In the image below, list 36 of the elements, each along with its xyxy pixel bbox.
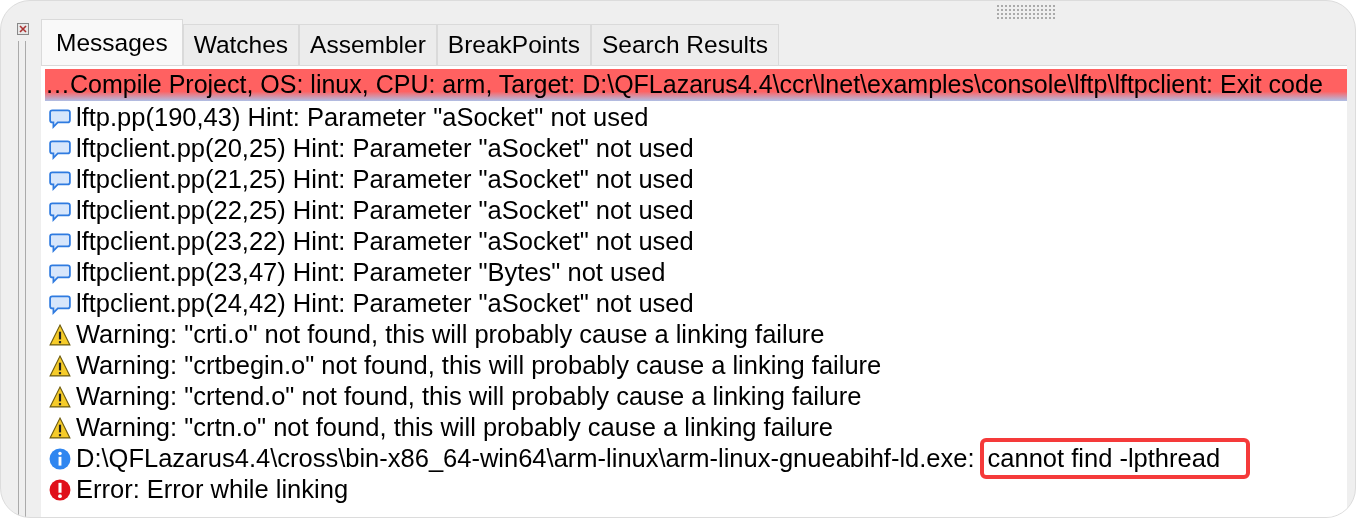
splitter-handle[interactable] (18, 41, 26, 517)
drag-grip-icon[interactable] (996, 4, 1056, 19)
message-text: lftp.pp(190,43) Hint: Parameter "aSocket" not used (76, 103, 649, 132)
speech-bubble-icon (49, 168, 71, 191)
info-icon (49, 447, 71, 470)
status-header: …Compile Project, OS: linux, CPU: arm, Target: D:\QFLazarus4.4\ccr\lnet\examples\console\lftp\lftpclient: Exit code (45, 69, 1347, 101)
speech-bubble-icon (49, 199, 71, 222)
message-text: D:\QFLazarus4.4\cross\bin-x86_64-win64\arm-linux\arm-linux-gnueabihf-ld.exe: (76, 444, 975, 473)
error-icon (49, 478, 71, 501)
message-text: Warning: "crtn.o" not found, this will probably cause a linking failure (76, 413, 834, 442)
close-icon[interactable] (17, 23, 29, 35)
message-text: lftpclient.pp(21,25) Hint: Parameter "aSocket" not used (76, 165, 694, 194)
message-text: Warning: "crtbegin.o" not found, this will probably cause a linking failure (76, 351, 882, 380)
message-text: lftpclient.pp(23,47) Hint: Parameter "Bytes" not used (76, 258, 666, 287)
warning-icon (49, 323, 71, 346)
speech-bubble-icon (49, 137, 71, 160)
tab[interactable]: Search Results (590, 24, 780, 65)
speech-bubble-icon (49, 230, 71, 253)
speech-bubble-icon (49, 292, 71, 315)
speech-bubble-icon (49, 106, 71, 129)
highlighted-message-text: cannot find -lpthread (979, 438, 1251, 479)
message-text: Error: Error while linking (76, 475, 349, 504)
warning-icon (49, 354, 71, 377)
tab[interactable]: Assembler (299, 24, 437, 65)
message-text: lftpclient.pp(24,42) Hint: Parameter "aSocket" not used (76, 289, 694, 318)
speech-bubble-icon (49, 261, 71, 284)
message-text: lftpclient.pp(22,25) Hint: Parameter "aSocket" not used (76, 196, 694, 225)
message-text: lftpclient.pp(23,22) Hint: Parameter "aSocket" not used (76, 227, 694, 256)
message-text: Warning: "crtend.o" not found, this will probably cause a linking failure (76, 382, 862, 411)
tab[interactable]: Watches (182, 24, 300, 65)
tab[interactable]: BreakPoints (436, 24, 591, 65)
warning-icon (49, 385, 71, 408)
message-text: lftpclient.pp(20,25) Hint: Parameter "aSocket" not used (76, 134, 694, 163)
tab[interactable]: Messages (41, 19, 183, 65)
warning-icon (49, 416, 71, 439)
message-text: Warning: "crti.o" not found, this will probably cause a linking failure (76, 320, 825, 349)
